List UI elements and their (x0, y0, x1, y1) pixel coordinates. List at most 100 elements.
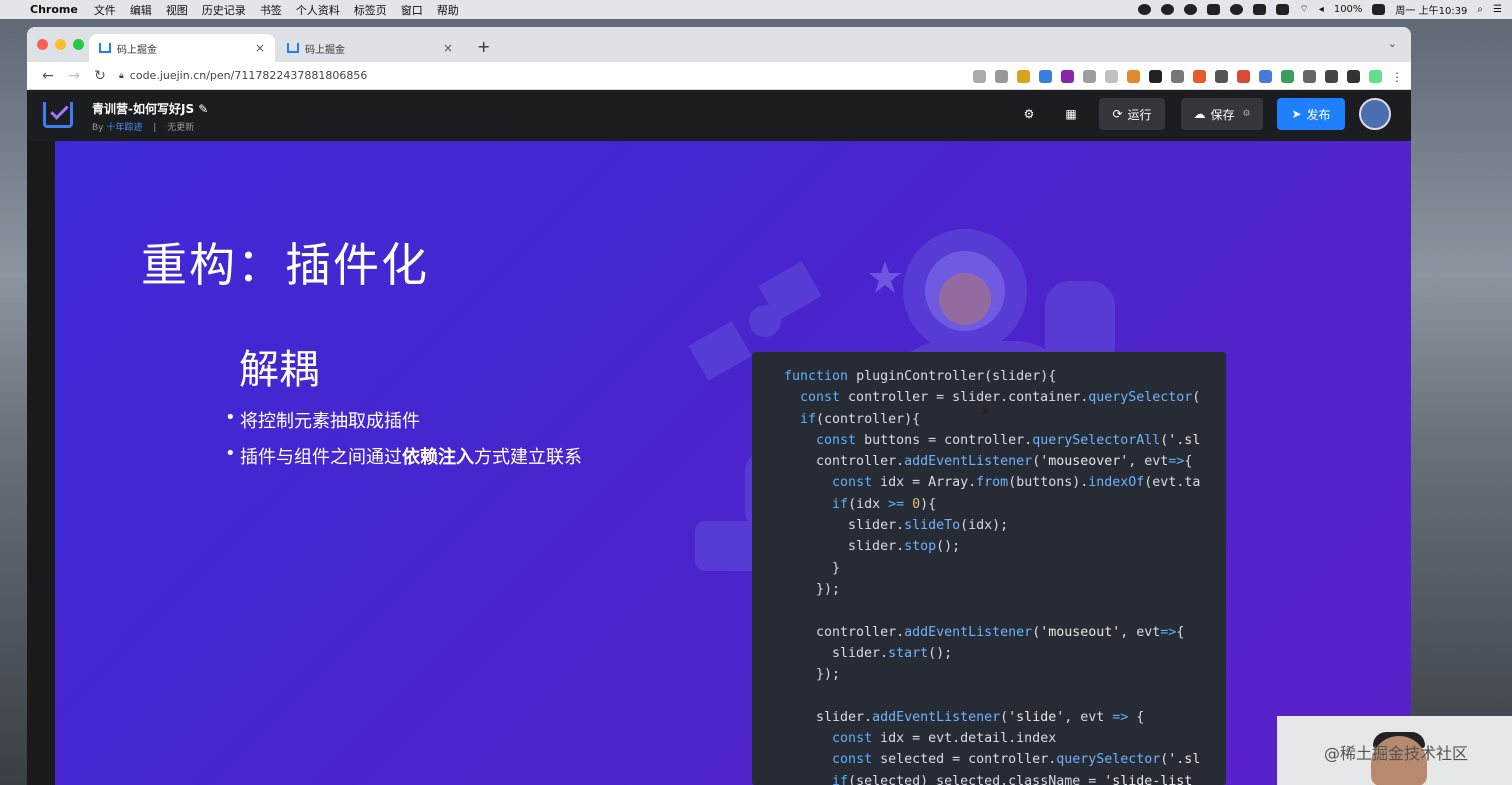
code-line: const idx = evt.detail.index (832, 731, 1057, 747)
lock-icon[interactable]: 🔒︎ (119, 71, 124, 81)
publish-button[interactable]: ➤ 发布 (1277, 98, 1345, 130)
browser-window: 码上掘金 × 码上掘金 × + ⌄ ← → ↻ 🔒︎ code.juejin.c… (27, 27, 1411, 785)
extension-icon[interactable] (1303, 69, 1316, 83)
code-line: function pluginController(slider){ (784, 369, 1057, 384)
input-method-icon[interactable] (1276, 4, 1290, 15)
extension-icon[interactable] (1193, 69, 1206, 83)
airplay-icon[interactable] (1253, 4, 1267, 15)
bullet-item: 将控制元素抽取成插件 (225, 407, 582, 433)
wifi-icon[interactable]: ⌔ (1299, 3, 1308, 16)
battery-icon[interactable] (1372, 4, 1386, 15)
menubar-app-name[interactable]: Chrome (30, 3, 78, 16)
macos-menubar: Chrome 文件 编辑 视图 历史记录 书签 个人资料 标签页 窗口 帮助 ⌔… (0, 0, 1512, 19)
slide-title: 重构：插件化 (141, 238, 429, 292)
close-tab-icon[interactable]: × (443, 41, 453, 55)
slide: 重构：插件化 解耦 将控制元素抽取成插件 插件与组件之间通过依赖注入方式建立联系… (55, 141, 1411, 785)
code-line: const selected = controller.querySelecto… (832, 752, 1201, 768)
profile-avatar-icon[interactable] (1369, 69, 1382, 83)
battery-percent: 100% (1333, 4, 1363, 15)
update-status: 无更新 (167, 123, 195, 133)
clock[interactable]: 周一 上午10:39 (1395, 2, 1467, 17)
juejin-logo-icon[interactable] (43, 102, 73, 128)
run-button[interactable]: ⟳ 运行 (1099, 98, 1165, 130)
extension-icon[interactable] (1105, 69, 1118, 83)
menu-edit[interactable]: 编辑 (130, 2, 152, 18)
sidepanel-icon[interactable] (1347, 69, 1360, 83)
send-icon: ➤ (1291, 107, 1302, 121)
back-icon[interactable]: ← (35, 68, 61, 84)
bullet-text-bold: 依赖注入 (402, 447, 474, 468)
menu-tab[interactable]: 标签页 (354, 2, 387, 18)
save-settings-icon[interactable]: ⚙ (1242, 109, 1250, 119)
preview-stage: 重构：插件化 解耦 将控制元素抽取成插件 插件与组件之间通过依赖注入方式建立联系… (27, 141, 1411, 785)
extension-icon[interactable] (1281, 69, 1294, 83)
menubar-status-area: ⌔ ◂ 100% 周一 上午10:39 ⌕ ☰ (1138, 0, 1502, 19)
status-icon-4[interactable] (1207, 4, 1221, 15)
code-line: slider.start(); (784, 645, 953, 661)
close-tab-icon[interactable]: × (255, 41, 265, 55)
bullet-item: 插件与组件之间通过依赖注入方式建立联系 (225, 443, 582, 469)
menu-bookmarks[interactable]: 书签 (260, 2, 282, 18)
code-line: const buttons = controller.querySelector… (816, 432, 1201, 448)
address-bar: ← → ↻ 🔒︎ code.juejin.cn/pen/711782243788… (27, 62, 1411, 90)
puzzle-icon[interactable] (1325, 69, 1338, 83)
extension-icon[interactable] (1127, 69, 1140, 83)
author-link[interactable]: 十年踪迹 (106, 123, 142, 133)
forward-icon[interactable]: → (61, 68, 87, 84)
url-text: code.juejin.cn/pen/7117822437881806856 (129, 69, 368, 82)
minimize-window-button[interactable] (55, 39, 66, 50)
code-line: if(selected) selected.className = 'slide… (832, 773, 1193, 785)
share-icon[interactable] (973, 69, 986, 83)
project-meta: By 十年踪迹 | 无更新 (92, 120, 194, 133)
extension-icon[interactable] (1017, 69, 1030, 83)
code-line: slider.slideTo(idx); (784, 518, 1009, 534)
menu-history[interactable]: 历史记录 (202, 2, 246, 18)
publish-label: 发布 (1306, 107, 1331, 122)
more-menu-icon[interactable]: ⋮ (1391, 70, 1403, 84)
code-line: const controller = slider.container.quer… (800, 390, 1201, 406)
mouse-cursor-icon: ➤ (980, 404, 992, 420)
extension-icon[interactable] (1083, 69, 1096, 83)
menu-profile[interactable]: 个人资料 (296, 2, 340, 18)
tab-search-icon[interactable]: ⌄ (1388, 37, 1397, 50)
control-center-icon[interactable]: ☰ (1493, 4, 1502, 15)
extension-icon[interactable] (1237, 69, 1250, 83)
extension-icon[interactable] (1215, 69, 1228, 83)
volume-icon[interactable]: ◂ (1319, 4, 1324, 15)
zoom-window-button[interactable] (73, 39, 84, 50)
code-line: slider.addEventListener('slide', evt => … (784, 709, 1145, 725)
close-window-button[interactable] (37, 39, 48, 50)
menu-file[interactable]: 文件 (94, 2, 116, 18)
extension-icon[interactable] (1259, 69, 1272, 83)
status-icon-5[interactable] (1230, 4, 1244, 15)
bookmark-star-icon[interactable] (995, 69, 1008, 83)
project-title[interactable]: 青训营-如何写好JS ✎ (92, 100, 208, 117)
tab-inactive[interactable]: 码上掘金 × (277, 34, 463, 62)
extension-icon[interactable] (1061, 69, 1074, 83)
layout-grid-icon[interactable]: ▦ (1059, 98, 1083, 130)
url-field[interactable]: 🔒︎ code.juejin.cn/pen/711782243788180685… (119, 69, 367, 82)
menu-help[interactable]: 帮助 (437, 2, 459, 18)
save-button[interactable]: ☁ 保存 ⚙ (1181, 98, 1263, 130)
cloud-upload-icon: ☁ (1193, 107, 1206, 121)
extension-icon[interactable] (1171, 69, 1184, 83)
tab-active[interactable]: 码上掘金 × (89, 34, 275, 62)
user-avatar[interactable] (1359, 98, 1391, 130)
menu-view[interactable]: 视图 (166, 2, 188, 18)
status-icon-1[interactable] (1138, 4, 1152, 15)
extension-icon[interactable] (1149, 69, 1162, 83)
run-icon: ⟳ (1112, 107, 1123, 121)
menu-window[interactable]: 窗口 (401, 2, 423, 18)
bullet-text-pre: 插件与组件之间通过 (240, 447, 402, 468)
spotlight-icon[interactable]: ⌕ (1477, 4, 1483, 15)
new-tab-button[interactable]: + (477, 37, 490, 56)
status-icon-3[interactable] (1184, 4, 1198, 15)
edit-pencil-icon[interactable]: ✎ (198, 102, 208, 116)
extension-icon[interactable] (1039, 69, 1052, 83)
settings-gear-icon[interactable]: ⚙ (1017, 98, 1041, 130)
status-icon-2[interactable] (1161, 4, 1175, 15)
reload-icon[interactable]: ↻ (87, 68, 113, 84)
project-title-text: 青训营-如何写好JS (92, 102, 195, 116)
